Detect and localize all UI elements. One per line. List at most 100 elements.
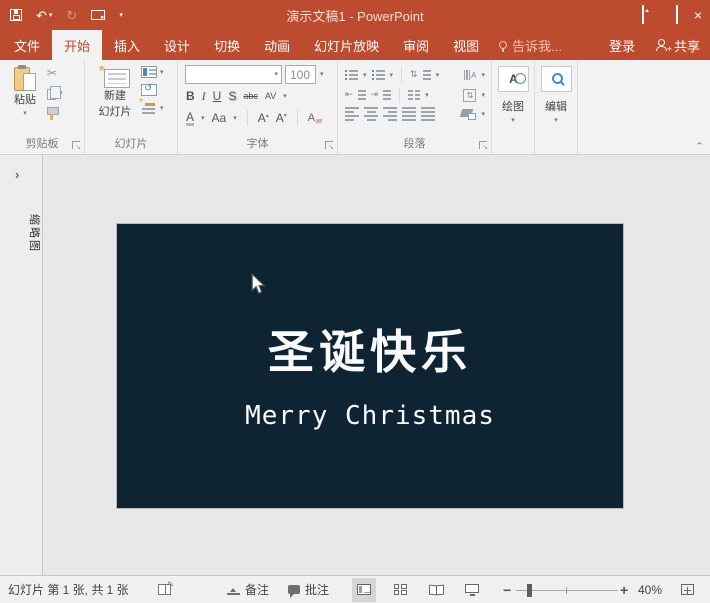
tab-home[interactable]: 开始 xyxy=(52,30,102,60)
tab-review[interactable]: 审阅 xyxy=(391,30,441,60)
new-slide-button[interactable]: * 新建 幻灯片 xyxy=(95,65,135,120)
undo-button[interactable]: ↶▾ xyxy=(36,9,52,22)
strikethrough-button[interactable]: abc xyxy=(243,92,258,101)
fit-to-window-button[interactable] xyxy=(681,576,694,603)
numbering-caret[interactable]: ▾ xyxy=(390,72,394,79)
justify-icon[interactable] xyxy=(402,107,416,121)
text-shadow-button[interactable]: S xyxy=(228,90,236,102)
tell-me-box[interactable]: 告诉我... xyxy=(491,30,570,60)
slide-subtitle-text[interactable]: Merry Christmas xyxy=(117,400,623,432)
change-case-caret[interactable]: ▾ xyxy=(233,115,237,122)
align-left-icon[interactable] xyxy=(345,107,359,121)
shrink-font-button[interactable]: A▾ xyxy=(276,112,287,124)
save-button[interactable] xyxy=(10,9,22,21)
spell-check-button[interactable] xyxy=(158,576,171,603)
copy-button[interactable]: ▾ xyxy=(47,86,63,100)
text-direction-icon[interactable]: A xyxy=(464,70,477,80)
align-right-icon[interactable] xyxy=(383,107,397,121)
font-color-button[interactable]: A xyxy=(186,111,194,126)
font-size-combobox[interactable]: 100 xyxy=(285,65,316,84)
font-name-combobox[interactable]: ▾ xyxy=(185,65,282,84)
share-button[interactable]: + 共享 xyxy=(647,30,710,60)
align-text-icon[interactable]: ⇅ xyxy=(463,89,476,102)
font-dialog-launcher[interactable] xyxy=(325,141,333,149)
titlebar: ↶▾ ↻ ▾ 演示文稿1 - PowerPoint × xyxy=(0,0,710,30)
comments-button[interactable]: 批注 xyxy=(288,576,329,603)
smartart-icon[interactable] xyxy=(461,108,476,120)
slide-sorter-view-button[interactable] xyxy=(388,578,412,602)
change-case-button[interactable]: Aa xyxy=(212,112,227,124)
format-painter-button[interactable] xyxy=(47,107,63,120)
bullets-icon[interactable] xyxy=(345,70,358,80)
increase-indent-icon[interactable]: ⇥ xyxy=(371,91,379,100)
italic-button[interactable]: I xyxy=(202,90,206,102)
expand-thumbnails-icon[interactable]: › xyxy=(15,167,19,182)
notes-button[interactable]: 备注 xyxy=(227,576,269,603)
tab-transitions[interactable]: 切换 xyxy=(202,30,252,60)
slideshow-view-button[interactable] xyxy=(460,578,484,602)
slide-title-text[interactable]: 圣诞快乐 xyxy=(117,324,623,380)
section-button[interactable]: *▾ xyxy=(141,102,164,115)
line-spacing-caret[interactable]: ▾ xyxy=(436,72,440,79)
numbering-icon[interactable] xyxy=(372,70,385,80)
slide-canvas[interactable]: 圣诞快乐 Merry Christmas xyxy=(116,223,624,509)
bullets-caret[interactable]: ▾ xyxy=(363,72,367,79)
cut-button[interactable]: ✂ xyxy=(47,67,63,79)
reset-button[interactable] xyxy=(141,84,164,96)
start-slideshow-button[interactable] xyxy=(91,10,105,20)
paste-caret[interactable]: ▾ xyxy=(23,110,27,117)
customize-qat-button[interactable]: ▾ xyxy=(119,12,123,19)
paragraph-dialog-launcher[interactable] xyxy=(479,141,487,149)
columns-caret[interactable]: ▾ xyxy=(425,92,429,99)
drawing-caret[interactable]: ▾ xyxy=(511,116,515,124)
decrease-indent-icon[interactable]: ⇤ xyxy=(345,91,353,100)
ribbon-display-options-button[interactable] xyxy=(642,6,644,24)
undo-dropdown-caret[interactable]: ▾ xyxy=(49,12,53,19)
clipboard-dialog-launcher[interactable] xyxy=(72,141,80,149)
clear-formatting-button[interactable] xyxy=(308,112,322,124)
editing-caret[interactable]: ▾ xyxy=(554,116,558,124)
zoom-slider[interactable] xyxy=(516,576,618,603)
maximize-button[interactable] xyxy=(676,6,678,24)
align-center-icon[interactable] xyxy=(364,107,378,121)
drawing-button[interactable]: A xyxy=(498,66,529,92)
layout-button[interactable]: ▾ xyxy=(141,66,164,78)
distribute-icon[interactable] xyxy=(421,107,435,121)
editing-button[interactable] xyxy=(541,66,572,92)
character-spacing-caret[interactable]: ▾ xyxy=(283,93,287,100)
bold-button[interactable]: B xyxy=(186,90,195,102)
tab-file[interactable]: 文件 xyxy=(2,30,52,60)
character-spacing-button[interactable]: AV xyxy=(265,92,276,101)
align-text-caret[interactable]: ▾ xyxy=(481,92,485,99)
zoom-slider-thumb[interactable] xyxy=(527,584,532,597)
section-caret[interactable]: ▾ xyxy=(160,105,164,112)
underline-button[interactable]: U xyxy=(213,90,222,102)
tab-slideshow[interactable]: 幻灯片放映 xyxy=(302,30,391,60)
redo-button[interactable]: ↻ xyxy=(66,9,77,22)
font-size-caret[interactable]: ▾ xyxy=(320,71,324,78)
collapse-ribbon-button[interactable]: › xyxy=(694,142,705,145)
thumbnail-pane-collapsed[interactable]: › 缩略图 xyxy=(0,155,43,575)
zoom-out-button[interactable]: − xyxy=(503,576,511,603)
paste-button[interactable]: 粘贴 ▾ xyxy=(7,65,43,117)
zoom-slider-track[interactable] xyxy=(516,583,618,597)
reading-view-button[interactable] xyxy=(424,578,448,602)
smartart-caret[interactable]: ▾ xyxy=(481,111,485,118)
tab-design[interactable]: 设计 xyxy=(152,30,202,60)
sign-in-button[interactable]: 登录 xyxy=(597,30,647,60)
font-name-caret[interactable]: ▾ xyxy=(274,71,278,78)
close-button[interactable]: × xyxy=(694,8,702,22)
layout-caret[interactable]: ▾ xyxy=(160,69,164,76)
zoom-in-button[interactable]: + xyxy=(620,576,628,603)
slides-small-buttons: ▾ *▾ xyxy=(141,66,164,115)
font-color-caret[interactable]: ▾ xyxy=(201,115,205,122)
columns-icon[interactable] xyxy=(408,90,420,100)
text-direction-caret[interactable]: ▾ xyxy=(481,72,485,79)
tab-view[interactable]: 视图 xyxy=(441,30,491,60)
tab-animations[interactable]: 动画 xyxy=(252,30,302,60)
line-spacing-icon[interactable]: ⇅ xyxy=(410,71,418,80)
zoom-level[interactable]: 40% xyxy=(638,576,662,603)
normal-view-button[interactable] xyxy=(352,578,376,602)
tab-insert[interactable]: 插入 xyxy=(102,30,152,60)
grow-font-button[interactable]: A▴ xyxy=(258,112,269,124)
